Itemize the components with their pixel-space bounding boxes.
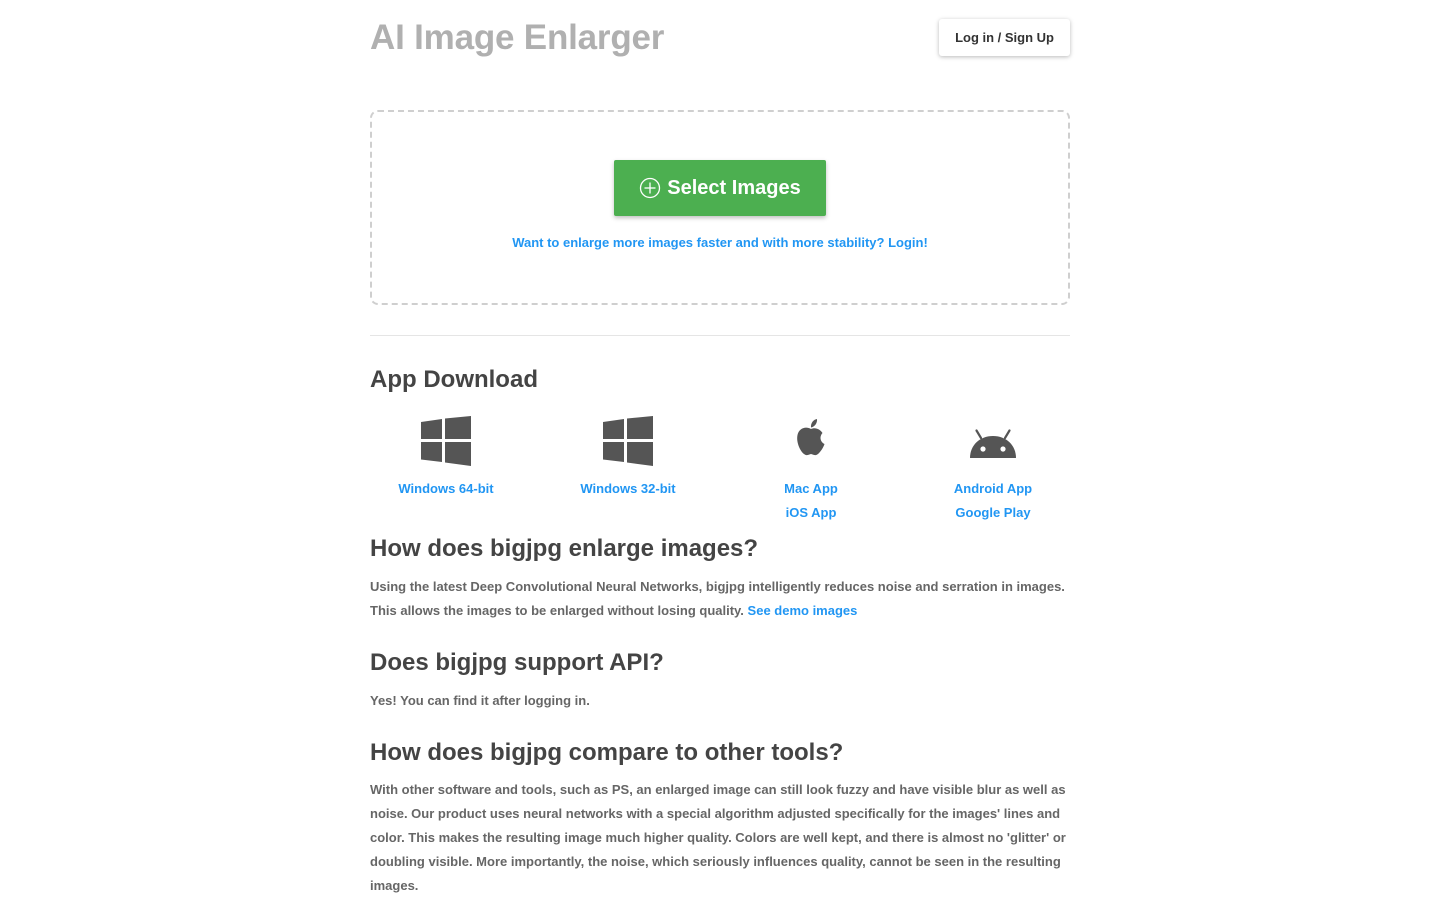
select-images-label: Select Images (667, 176, 801, 199)
app-item-windows-64: Windows 64-bit (370, 416, 522, 501)
upload-dropzone[interactable]: Select Images Want to enlarge more image… (370, 110, 1070, 305)
app-item-apple: Mac App iOS App (735, 416, 887, 525)
windows-icon (552, 416, 704, 468)
windows-32-link[interactable]: Windows 32-bit (552, 477, 704, 501)
google-play-link[interactable]: Google Play (917, 501, 1069, 525)
faq-answer-3: With other software and tools, such as P… (370, 782, 1066, 893)
faq-answer-2: Yes! You can find it after logging in. (370, 693, 590, 708)
login-signup-button[interactable]: Log in / Sign Up (939, 19, 1070, 56)
divider (370, 335, 1070, 336)
site-title: AI Image Enlarger (370, 18, 665, 57)
android-icon (917, 416, 1069, 468)
faq-answer-1-text: Using the latest Deep Convolutional Neur… (370, 579, 1065, 618)
see-demo-images-link[interactable]: See demo images (748, 603, 858, 618)
mac-app-link[interactable]: Mac App (735, 477, 887, 501)
ios-app-link[interactable]: iOS App (735, 501, 887, 525)
android-app-link[interactable]: Android App (917, 477, 1069, 501)
faq-question-3: How does bigjpg compare to other tools? (370, 739, 844, 766)
faq-answer-1: Using the latest Deep Convolutional Neur… (370, 575, 1070, 623)
windows-64-link[interactable]: Windows 64-bit (370, 477, 522, 501)
select-images-button[interactable]: Select Images (614, 160, 826, 216)
faq-question-1: How does bigjpg enlarge images? (370, 535, 759, 562)
apple-icon (735, 416, 887, 468)
app-download-list: Windows 64-bit Windows 32-bit Mac App iO… (370, 416, 1070, 526)
app-item-windows-32: Windows 32-bit (552, 416, 704, 501)
app-item-android: Android App Google Play (917, 416, 1069, 525)
plus-circle-icon (639, 177, 661, 199)
page: AI Image Enlarger Log in / Sign Up Selec… (370, 0, 1070, 893)
faq-question-2: Does bigjpg support API? (370, 649, 664, 676)
login-hint-link[interactable]: Want to enlarge more images faster and w… (372, 235, 1068, 250)
app-download-heading: App Download (370, 366, 538, 393)
windows-icon (370, 416, 522, 468)
header: AI Image Enlarger Log in / Sign Up (370, 0, 1070, 80)
